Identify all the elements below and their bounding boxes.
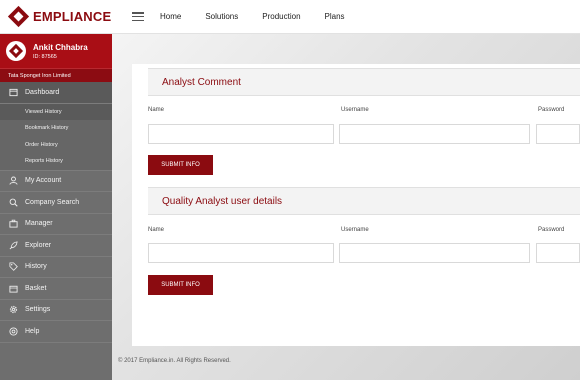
username-label: Username <box>341 227 369 233</box>
user-icon <box>9 176 18 185</box>
nav-plans[interactable]: Plans <box>325 12 345 21</box>
user-profile[interactable]: Ankit Chhabra ID: 87565 <box>0 34 112 68</box>
search-icon <box>9 198 18 207</box>
sidebar-item-label: Company Search <box>25 198 80 206</box>
user-id: ID: 87565 <box>33 53 57 60</box>
sidebar-item-label: Explorer <box>25 241 52 249</box>
sidebar-item-settings[interactable]: Settings <box>0 300 112 321</box>
brand-logo[interactable]: EMPLIANCE <box>0 0 112 34</box>
sidebar-item-label: History <box>25 263 47 271</box>
logo-diamond-icon <box>7 5 30 28</box>
sidebar-item-history[interactable]: History <box>0 257 112 278</box>
analyst-name-input[interactable] <box>148 124 334 144</box>
hamburger-menu-icon[interactable] <box>132 12 144 21</box>
brand-name: EMPLIANCE <box>33 9 112 24</box>
sidebar-item-basket[interactable]: Basket <box>0 278 112 300</box>
footer-copyright: © 2017 Empliance.in. All Rights Reserved… <box>118 358 231 364</box>
sidebar-item-label: Help <box>25 327 40 335</box>
sidebar-item-explorer[interactable]: Explorer <box>0 235 112 257</box>
sidebar-sub-reports-history[interactable]: Reports History <box>0 153 112 170</box>
sidebar-item-label: Basket <box>25 284 47 292</box>
analyst-password-input[interactable] <box>536 124 580 144</box>
sidebar-item-manager[interactable]: Manager <box>0 214 112 235</box>
submit-info-button[interactable]: SUBMIT INFO <box>148 275 213 295</box>
top-header: EMPLIANCE Home Solutions Production Plan… <box>0 0 580 34</box>
nav-solutions[interactable]: Solutions <box>205 12 238 21</box>
section-title-quality-analyst: Quality Analyst user details <box>148 187 580 215</box>
user-name: Ankit Chhabra <box>33 42 88 52</box>
sidebar: Ankit Chhabra ID: 87565 Tata Sponget Iro… <box>0 34 112 380</box>
qa-name-input[interactable] <box>148 243 334 263</box>
sidebar-item-label: Settings <box>25 306 51 314</box>
rocket-icon <box>9 241 18 250</box>
submit-info-button[interactable]: SUBMIT INFO <box>148 155 213 175</box>
analyst-username-input[interactable] <box>339 124 530 144</box>
sidebar-item-dashboard[interactable]: Dashboard <box>0 82 112 104</box>
tag-icon <box>9 262 18 272</box>
name-label: Name <box>148 227 165 233</box>
sidebar-sub-viewed-history[interactable]: Viewed History <box>0 103 112 120</box>
basket-icon <box>9 284 18 293</box>
help-icon <box>9 327 18 336</box>
sidebar-item-help[interactable]: Help <box>0 321 112 343</box>
main-nav: Home Solutions Production Plans <box>160 12 369 21</box>
qa-username-input[interactable] <box>339 243 530 263</box>
form-card: Analyst Comment Name Username Password S… <box>132 64 580 346</box>
name-label: Name <box>148 107 165 113</box>
sidebar-sub-order-history[interactable]: Order History <box>0 137 112 154</box>
sidebar-item-label: My Account <box>25 177 62 185</box>
dashboard-icon <box>9 88 18 97</box>
sidebar-item-label: Dashboard <box>25 88 60 96</box>
username-label: Username <box>341 107 369 113</box>
company-name: Tata Sponget Iron Limited <box>0 68 112 82</box>
sidebar-item-company-search[interactable]: Company Search <box>0 192 112 214</box>
gear-icon <box>9 305 18 314</box>
nav-production[interactable]: Production <box>262 12 300 21</box>
password-label: Password <box>538 107 565 113</box>
nav-home[interactable]: Home <box>160 12 181 21</box>
sidebar-item-my-account[interactable]: My Account <box>0 171 112 192</box>
password-label: Password <box>538 227 565 233</box>
sidebar-sub-bookmark-history[interactable]: Bookmark History <box>0 120 112 137</box>
avatar <box>6 41 26 61</box>
qa-password-input[interactable] <box>536 243 580 263</box>
main-content: Analyst Comment Name Username Password S… <box>112 34 580 380</box>
sidebar-item-label: Manager <box>25 220 53 228</box>
briefcase-icon <box>9 219 18 228</box>
section-title-analyst-comment: Analyst Comment <box>148 68 580 96</box>
dashboard-submenu: Viewed History Bookmark History Order Hi… <box>0 103 112 171</box>
